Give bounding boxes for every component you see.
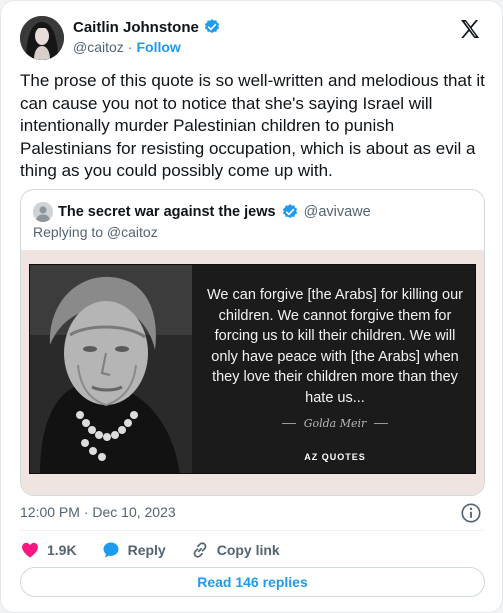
author-handle[interactable]: @caitoz xyxy=(73,39,124,55)
like-count: 1.9K xyxy=(47,542,77,558)
quoted-media[interactable]: We can forgive [the Arabs] for killing o… xyxy=(21,250,484,495)
quoted-avatar xyxy=(33,202,53,222)
attribution-rule-right xyxy=(374,423,389,424)
tweet-text: The prose of this quote is so well-writt… xyxy=(20,71,485,180)
quote-image: We can forgive [the Arabs] for killing o… xyxy=(29,264,476,474)
author-avatar[interactable] xyxy=(20,16,64,60)
like-button[interactable]: 1.9K xyxy=(20,540,77,560)
reply-button[interactable]: Reply xyxy=(101,540,166,560)
copy-link-label: Copy link xyxy=(216,542,280,558)
tweet-card: Caitlin Johnstone @caitoz · Follow The p… xyxy=(0,0,503,613)
verified-badge-icon xyxy=(281,203,299,221)
quote-attribution: Golda Meir xyxy=(200,417,470,430)
quoted-tweet[interactable]: The secret war against the jews @avivawe… xyxy=(20,189,485,496)
quoted-author-name: The secret war against the jews xyxy=(58,204,276,220)
quoted-author-handle: @avivawe xyxy=(303,204,371,220)
tweet-timestamp[interactable]: 12:00 PM · Dec 10, 2023 xyxy=(20,504,176,520)
quote-brand: AZ QUOTES xyxy=(304,452,366,462)
read-replies-button[interactable]: Read 146 replies xyxy=(20,567,485,597)
author-name-row: Caitlin Johnstone xyxy=(73,18,221,36)
author-name[interactable]: Caitlin Johnstone xyxy=(73,19,199,36)
separator-dot: · xyxy=(127,39,133,55)
x-logo-icon[interactable] xyxy=(458,17,482,41)
verified-badge-icon xyxy=(203,18,221,36)
copy-link-button[interactable]: Copy link xyxy=(190,540,280,560)
divider xyxy=(20,530,485,531)
speech-bubble-icon xyxy=(103,542,119,558)
heart-icon xyxy=(22,542,38,558)
quote-author: Golda Meir xyxy=(303,417,367,430)
reply-label: Reply xyxy=(127,542,166,558)
quote-image-text: We can forgive [the Arabs] for killing o… xyxy=(206,287,464,406)
quoted-header: The secret war against the jews @avivawe xyxy=(33,202,371,222)
follow-button[interactable]: Follow xyxy=(136,39,180,55)
link-icon xyxy=(193,542,207,558)
author-handle-row: @caitoz · Follow xyxy=(73,39,181,55)
replying-to: Replying to @caitoz xyxy=(33,224,158,240)
golda-meir-photo xyxy=(30,265,192,473)
action-bar: 1.9K Reply Copy link xyxy=(20,539,304,561)
info-icon[interactable] xyxy=(460,502,482,524)
attribution-rule-left xyxy=(281,423,296,424)
